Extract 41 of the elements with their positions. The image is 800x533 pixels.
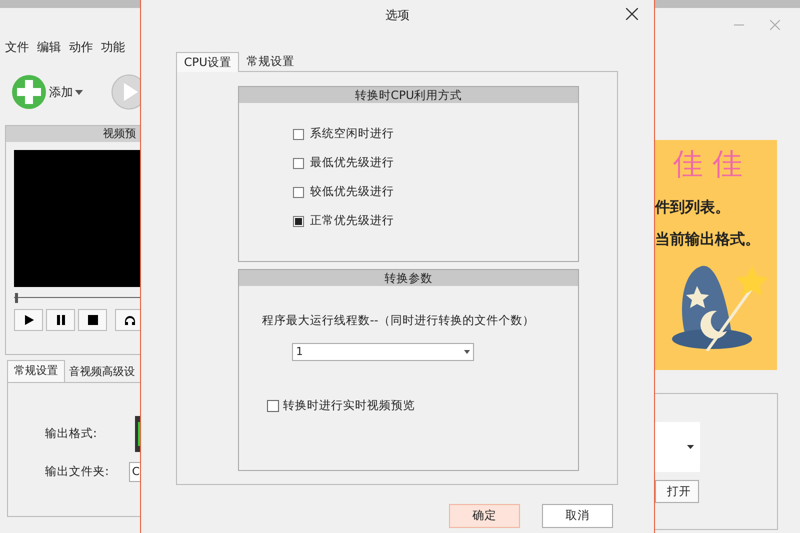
panel-header: 视频预 xyxy=(6,126,140,142)
banner-title: 佳 佳 xyxy=(672,146,744,184)
close-icon[interactable] xyxy=(626,8,638,20)
priority-option[interactable]: 系统空闲时进行 xyxy=(293,126,578,142)
pause-button[interactable] xyxy=(46,309,75,331)
pause-icon xyxy=(54,314,66,326)
headphones-button[interactable] xyxy=(115,309,140,331)
field-label: 输出文件夹: xyxy=(45,463,110,480)
threads-dropdown[interactable]: 1 xyxy=(292,343,474,362)
threads-label: 程序最大运行线程数--（同时进行转换的文件个数） xyxy=(262,312,536,329)
cancel-button[interactable]: 取消 xyxy=(542,504,613,528)
stop-button[interactable] xyxy=(78,309,107,331)
open-button[interactable]: 打开 xyxy=(655,480,699,503)
tab[interactable]: CPU设置 xyxy=(176,52,240,72)
play-icon xyxy=(22,314,34,326)
ok-button[interactable]: 确定 xyxy=(449,504,520,528)
play-button[interactable] xyxy=(14,309,43,331)
banner-text: 当前输出格式。 xyxy=(655,229,761,249)
priority-option[interactable]: 较低优先级进行 xyxy=(293,184,578,200)
priority-option[interactable]: 正常优先级进行 xyxy=(293,213,578,229)
menu-item[interactable]: 动作 xyxy=(69,38,93,56)
tab[interactable]: 常规设置 xyxy=(239,53,302,71)
tab[interactable]: 常规设置 xyxy=(7,360,65,382)
add-button[interactable]: 添加 xyxy=(11,74,83,110)
group-header: 转换时CPU利用方式 xyxy=(239,87,578,103)
caret-icon xyxy=(687,445,694,449)
folder-field[interactable]: C xyxy=(129,462,140,482)
priority-option[interactable]: 最低优先级进行 xyxy=(293,155,578,171)
caret-icon xyxy=(464,350,470,354)
dialog-title: 选项 xyxy=(386,7,410,24)
plus-icon xyxy=(11,74,47,110)
menu-item[interactable]: 文件 xyxy=(5,38,29,56)
preview-option[interactable]: 转换时进行实时视频预览 xyxy=(267,397,578,414)
tab[interactable]: 音视频高级设 xyxy=(65,362,136,382)
menu-item[interactable]: 编辑 xyxy=(37,38,61,56)
menu-item[interactable]: 功能 xyxy=(101,38,125,56)
caret-icon xyxy=(75,90,83,94)
field-label: 输出格式: xyxy=(45,425,98,442)
stop-icon xyxy=(86,314,98,326)
group-header: 转换参数 xyxy=(239,270,578,286)
headphones-icon xyxy=(124,314,136,326)
